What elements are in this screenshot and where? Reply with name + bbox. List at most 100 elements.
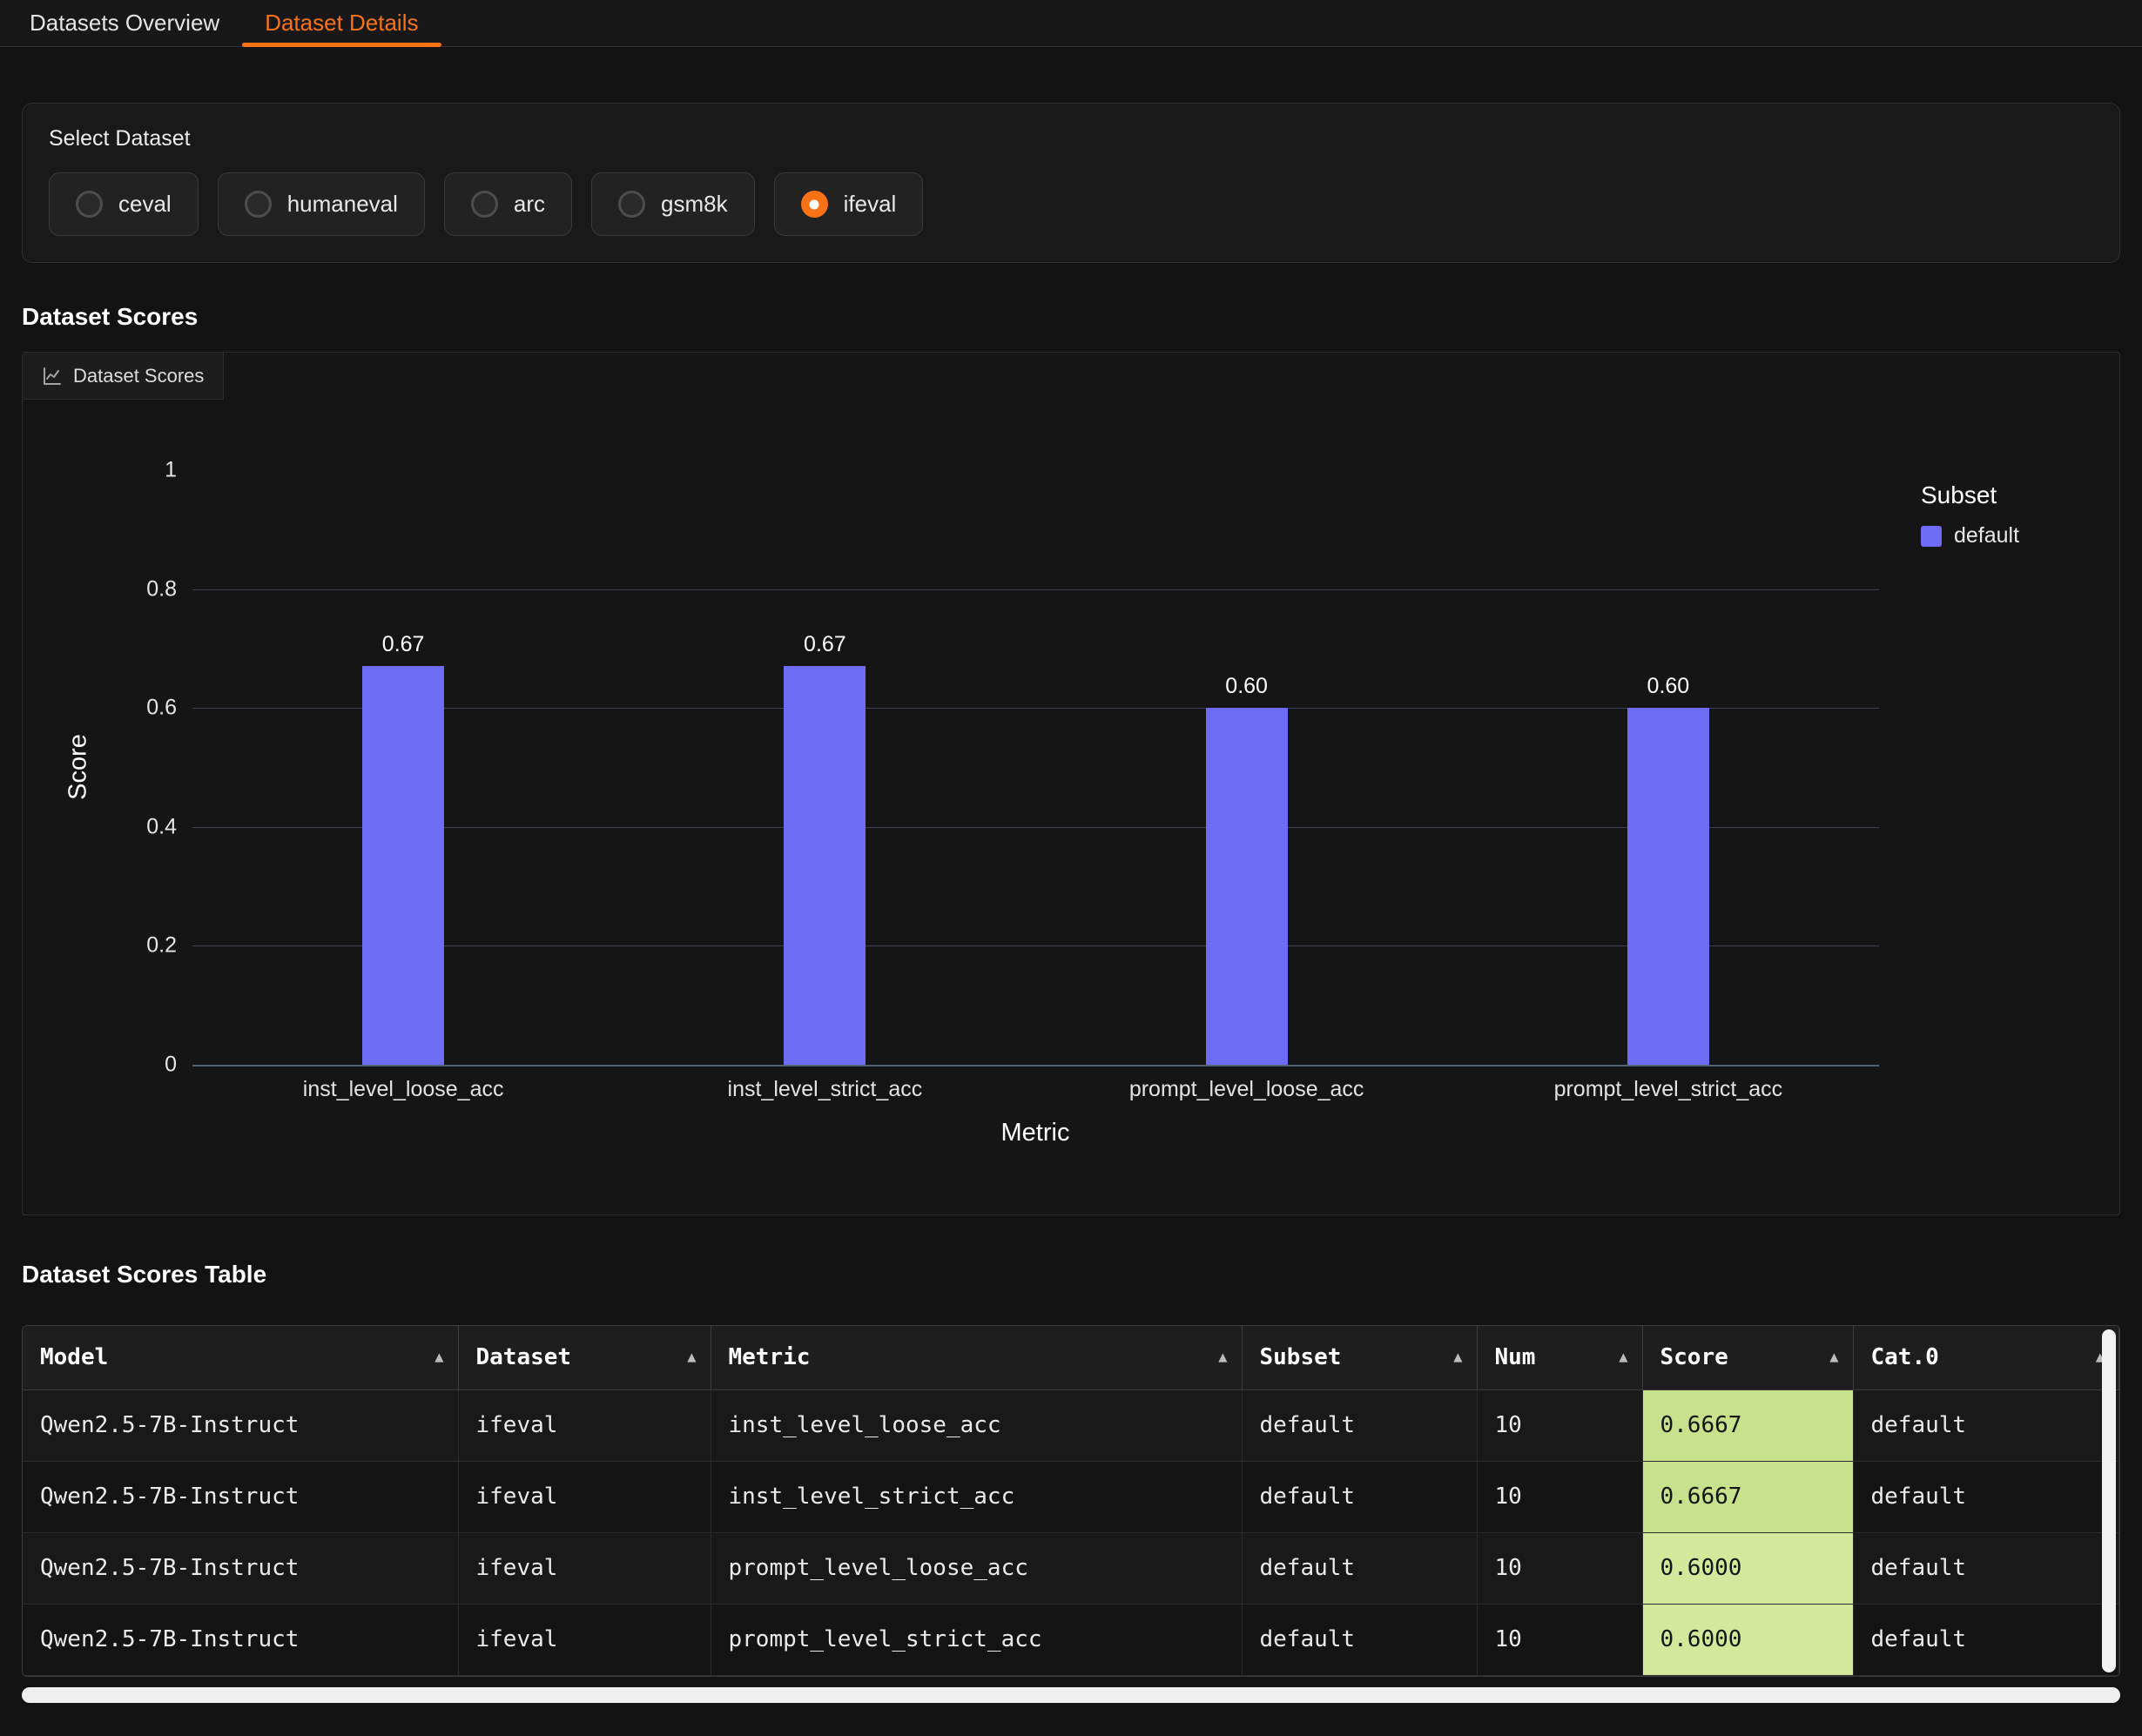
tab-bar: Datasets OverviewDataset Details [0, 0, 2142, 47]
bar-slot-prompt-level-loose-acc: 0.60 [1036, 470, 1458, 1065]
select-dataset-panel: Select Dataset ceval humaneval arc gsm8k ife… [22, 103, 2120, 263]
sort-icon[interactable]: ▲ [1453, 1349, 1462, 1366]
sort-icon[interactable]: ▲ [1829, 1349, 1838, 1366]
x-tick-inst-level-strict-acc: inst_level_strict_acc [614, 1077, 1035, 1102]
cell-score: 0.6000 [1642, 1532, 1853, 1604]
y-tick-label: 0.4 [146, 814, 177, 839]
chart-icon [42, 366, 63, 387]
radio-label-humaneval: humaneval [287, 191, 398, 218]
cell-dataset: ifeval [458, 1389, 711, 1461]
column-header-model[interactable]: Model ▲ [23, 1326, 458, 1389]
x-axis-label: Metric [1001, 1119, 1070, 1147]
cell-metric: inst_level_strict_acc [711, 1461, 1242, 1532]
cell-score: 0.6667 [1642, 1389, 1853, 1461]
cell-dataset: ifeval [458, 1461, 711, 1532]
bar-value-label: 0.60 [1225, 674, 1268, 699]
sort-icon[interactable]: ▲ [434, 1349, 443, 1366]
x-tick-prompt-level-strict-acc: prompt_level_strict_acc [1458, 1077, 1879, 1102]
column-header-label: Subset [1260, 1344, 1342, 1370]
radio-option-humaneval[interactable]: humaneval [218, 172, 425, 236]
cell-num: 10 [1477, 1461, 1642, 1532]
cell-subset: default [1242, 1389, 1477, 1461]
radio-circle-ceval [76, 191, 103, 218]
column-header-metric[interactable]: Metric ▲ [711, 1326, 1242, 1389]
column-header-label: Model [40, 1344, 108, 1370]
bar-value-label: 0.60 [1647, 674, 1690, 699]
legend-entry-label: default [1954, 523, 2019, 548]
legend-swatch [1921, 526, 1942, 547]
bar-inst-level-strict-acc: 0.67 [784, 666, 866, 1065]
x-axis-line [192, 1065, 1879, 1066]
cell-model: Qwen2.5-7B-Instruct [23, 1532, 458, 1604]
table-body: Qwen2.5-7B-Instructifevalinst_level_loos… [23, 1389, 2119, 1675]
cell-model: Qwen2.5-7B-Instruct [23, 1604, 458, 1675]
legend-entry-default[interactable]: default [1921, 523, 2019, 548]
y-tick-label: 0.6 [146, 696, 177, 721]
radio-option-gsm8k[interactable]: gsm8k [591, 172, 755, 236]
cell-cat-0: default [1853, 1389, 2119, 1461]
radio-label-arc: arc [514, 191, 545, 218]
dataset-scores-heading: Dataset Scores [22, 303, 2120, 331]
cell-dataset: ifeval [458, 1532, 711, 1604]
y-tick-label: 0 [165, 1053, 177, 1078]
cell-dataset: ifeval [458, 1604, 711, 1675]
chart-panel: Dataset Scores Score 00.20.40.60.81 0.67… [22, 352, 2120, 1215]
column-header-num[interactable]: Num ▲ [1477, 1326, 1642, 1389]
tab-dataset-details[interactable]: Dataset Details [242, 0, 441, 46]
bar-slot-prompt-level-strict-acc: 0.60 [1458, 470, 1879, 1065]
x-ticks: inst_level_loose_accinst_level_strict_ac… [192, 1077, 1879, 1102]
column-header-label: Metric [729, 1344, 811, 1370]
cell-num: 10 [1477, 1532, 1642, 1604]
tab-datasets-overview[interactable]: Datasets Overview [7, 0, 242, 46]
column-header-cat-0[interactable]: Cat.0▲ [1853, 1326, 2119, 1389]
x-tick-inst-level-loose-acc: inst_level_loose_acc [192, 1077, 614, 1102]
x-tick-prompt-level-loose-acc: prompt_level_loose_acc [1036, 1077, 1458, 1102]
bar-slot-inst-level-strict-acc: 0.67 [614, 470, 1035, 1065]
column-header-label: Num [1495, 1344, 1536, 1370]
y-tick-label: 1 [165, 458, 177, 483]
radio-option-ifeval[interactable]: ifeval [774, 172, 924, 236]
legend-title: Subset [1921, 481, 2019, 509]
cell-cat-0: default [1853, 1604, 2119, 1675]
radio-label-ceval: ceval [118, 191, 172, 218]
select-dataset-label: Select Dataset [49, 126, 2093, 151]
table-row: Qwen2.5-7B-Instructifevalprompt_level_st… [23, 1604, 2119, 1675]
y-tick-label: 0.2 [146, 933, 177, 959]
legend-entries: default [1921, 523, 2019, 548]
sort-icon[interactable]: ▲ [1619, 1349, 1627, 1366]
chart-tab[interactable]: Dataset Scores [23, 353, 224, 400]
bar-prompt-level-loose-acc: 0.60 [1206, 708, 1288, 1065]
column-header-label: Cat.0 [1871, 1344, 1939, 1370]
dataset-radio-group: ceval humaneval arc gsm8k ifeval [49, 172, 2093, 236]
column-header-dataset[interactable]: Dataset ▲ [458, 1326, 711, 1389]
plot-area: 00.20.40.60.81 0.670.670.600.60 [192, 470, 1879, 1065]
horizontal-scrollbar[interactable] [22, 1687, 2120, 1703]
column-header-score[interactable]: Score▲ [1642, 1326, 1853, 1389]
radio-circle-humaneval [245, 191, 272, 218]
y-tick-label: 0.8 [146, 576, 177, 602]
cell-cat-0: default [1853, 1461, 2119, 1532]
cell-subset: default [1242, 1604, 1477, 1675]
table-header-row: Model▲Dataset▲Metric▲Subset▲Num▲Score▲Ca… [23, 1326, 2119, 1389]
cell-num: 10 [1477, 1604, 1642, 1675]
cell-metric: prompt_level_strict_acc [711, 1604, 1242, 1675]
column-header-subset[interactable]: Subset ▲ [1242, 1326, 1477, 1389]
radio-option-arc[interactable]: arc [444, 172, 572, 236]
cell-cat-0: default [1853, 1532, 2119, 1604]
chart-tab-label: Dataset Scores [73, 365, 204, 387]
bars: 0.67 0.67 0.60 0.60 [192, 470, 1879, 1065]
vertical-scrollbar[interactable] [2102, 1329, 2116, 1672]
radio-option-ceval[interactable]: ceval [49, 172, 199, 236]
sort-icon[interactable]: ▲ [1218, 1349, 1227, 1366]
cell-metric: inst_level_loose_acc [711, 1389, 1242, 1461]
radio-circle-ifeval [801, 191, 828, 218]
cell-model: Qwen2.5-7B-Instruct [23, 1461, 458, 1532]
bar-value-label: 0.67 [804, 632, 846, 657]
column-header-label: Dataset [476, 1344, 572, 1370]
sort-icon[interactable]: ▲ [687, 1349, 696, 1366]
cell-subset: default [1242, 1532, 1477, 1604]
radio-label-gsm8k: gsm8k [661, 191, 728, 218]
legend: Subset default [1921, 481, 2019, 548]
radio-label-ifeval: ifeval [844, 191, 897, 218]
table-row: Qwen2.5-7B-Instructifevalinst_level_stri… [23, 1461, 2119, 1532]
